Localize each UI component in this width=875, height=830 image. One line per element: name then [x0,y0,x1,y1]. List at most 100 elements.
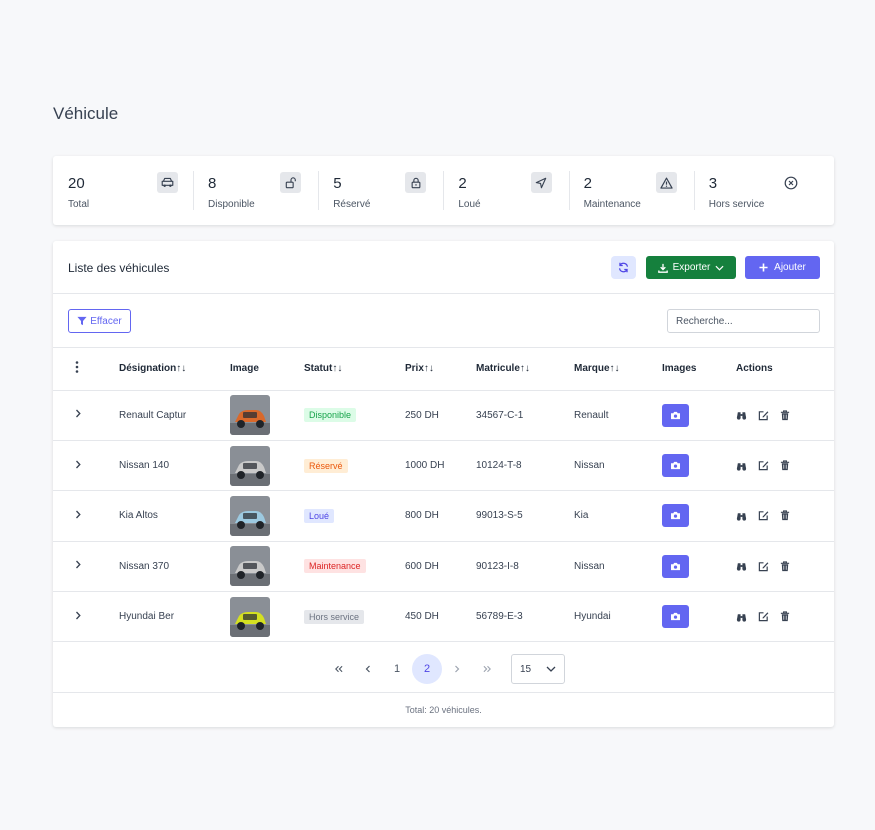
binoculars-icon [736,561,747,571]
vertical-dots-icon [75,361,79,374]
previous-page-button[interactable] [353,654,383,684]
images-button[interactable] [662,454,689,478]
view-details-button[interactable] [736,461,747,471]
cell-designation: Nissan 370 [119,560,170,572]
cell-price: 450 DH [405,611,439,623]
edit-button[interactable] [758,510,769,521]
table-footer: Total: 20 véhicules. [405,705,482,715]
view-details-button[interactable] [736,511,747,521]
camera-icon [670,411,681,420]
edit-icon [758,561,769,572]
column-header[interactable]: Statut↑↓ [304,348,405,390]
cell-brand: Hyundai [574,611,611,623]
chevron-right-icon [75,611,81,620]
page-2-button[interactable]: 2 [412,654,442,684]
cell-plate: 99013-S-5 [476,510,523,522]
page-1-button[interactable]: 1 [382,654,412,684]
send-icon [530,172,552,193]
column-header[interactable]: Marque↑↓ [574,348,662,390]
trash-icon [780,611,790,622]
delete-button[interactable] [780,561,790,572]
chevron-down-icon [715,265,724,271]
cell-images [662,541,736,591]
camera-icon [670,461,681,470]
view-details-button[interactable] [736,612,747,622]
chevron-left-icon [365,665,371,673]
column-header[interactable]: Désignation↑↓ [119,348,230,390]
status-badge: Maintenance [304,559,366,574]
cell-status: Réservé [304,440,405,490]
refresh-button[interactable] [611,256,636,279]
export-button[interactable]: Exporter [646,256,736,279]
stat-label: Réservé [333,199,371,210]
next-page-button[interactable] [442,654,472,684]
column-header[interactable]: Matricule↑↓ [476,348,574,390]
vehicles-table: Désignation↑↓ Image Statut↑↓ Prix↑↓ Matr… [53,348,834,642]
chevron-right-icon [454,665,460,673]
expand-row-button[interactable] [53,440,119,490]
cell-price: 1000 DH [405,460,445,472]
rows-per-page-select[interactable]: 15 [511,654,565,684]
stat-out-of-service: 3 Hors service [693,156,819,225]
search-input[interactable] [667,309,820,333]
cell-actions [736,390,834,440]
cell-actions [736,541,834,591]
trash-icon [780,460,790,471]
edit-icon [758,611,769,622]
stat-value: 2 [458,175,467,192]
delete-button[interactable] [780,410,790,421]
cell-status: Loué [304,491,405,541]
delete-button[interactable] [780,611,790,622]
stat-available: 8 Disponible [193,156,318,225]
last-page-button[interactable] [472,654,502,684]
view-details-button[interactable] [736,561,747,571]
warning-icon [655,172,677,193]
images-button[interactable] [662,403,689,427]
images-button[interactable] [662,504,689,528]
edit-icon [758,460,769,471]
images-button[interactable] [662,605,689,629]
column-menu[interactable] [53,348,119,390]
stat-label: Hors service [708,199,765,210]
binoculars-icon [736,511,747,521]
add-vehicle-button[interactable]: Ajouter [745,256,820,279]
unlock-icon [280,172,302,193]
cell-price: 250 DH [405,409,439,421]
expand-row-button[interactable] [53,491,119,541]
x-circle-icon [781,172,802,193]
cell-brand: Kia [574,510,589,522]
clear-filters-button[interactable]: Effacer [68,309,131,333]
edit-button[interactable] [758,460,769,471]
stat-label: Maintenance [583,199,641,210]
view-details-button[interactable] [736,410,747,420]
edit-button[interactable] [758,561,769,572]
cell-price: 600 DH [405,560,439,572]
double-chevron-left-icon [334,665,343,673]
first-page-button[interactable] [323,654,353,684]
cell-designation: Hyundai Ber [119,611,175,623]
cell-image [230,390,304,440]
cell-designation: Renault Captur [119,409,187,421]
cell-plate: 34567-C-1 [476,409,524,421]
cell-designation: Kia Altos [119,510,158,522]
delete-button[interactable] [780,460,790,471]
expand-row-button[interactable] [53,390,119,440]
expand-row-button[interactable] [53,541,119,591]
binoculars-icon [736,612,747,622]
vehicle-thumbnail [230,596,270,637]
column-header: Actions [736,363,773,375]
cell-image [230,592,304,642]
expand-row-button[interactable] [53,592,119,642]
cell-actions [736,592,834,642]
edit-button[interactable] [758,611,769,622]
stats-bar: 20 Total 8 Disponible 5 Réservé 2 Loué 2… [53,156,834,225]
delete-button[interactable] [780,510,790,521]
cell-status: Disponible [304,390,405,440]
cell-plate: 56789-E-3 [476,611,523,623]
cell-status: Hors service [304,592,405,642]
images-button[interactable] [662,554,689,578]
cell-price: 800 DH [405,510,439,522]
column-header[interactable]: Prix↑↓ [405,348,476,390]
trash-icon [780,561,790,572]
edit-button[interactable] [758,410,769,421]
